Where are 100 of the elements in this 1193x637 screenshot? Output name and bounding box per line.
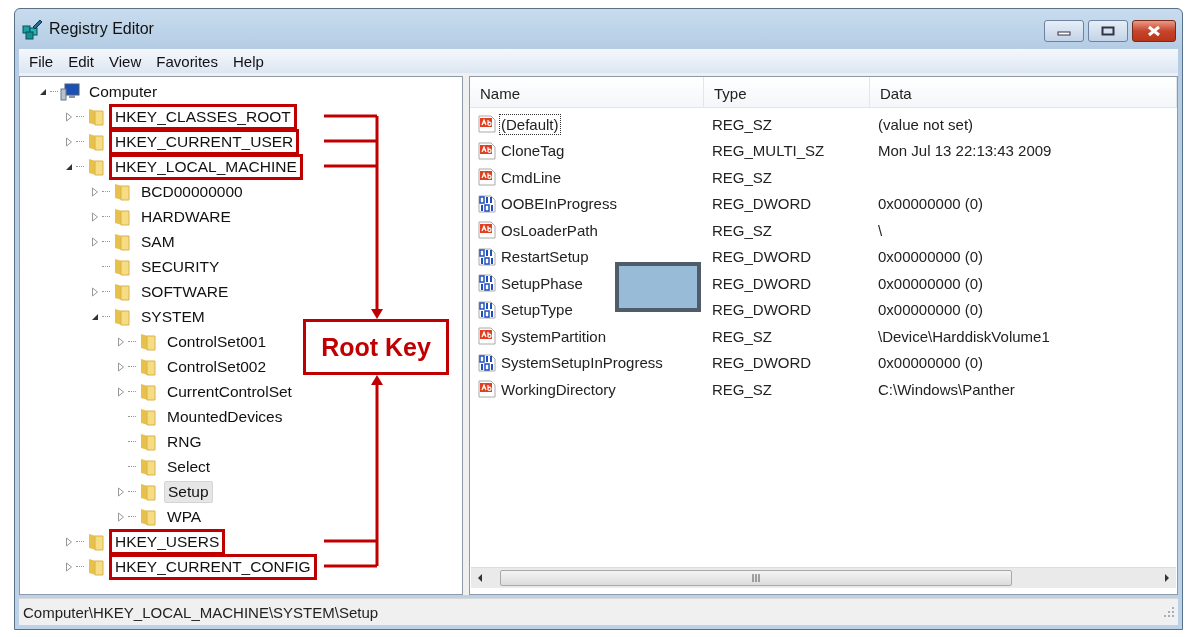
tree-item[interactable]: HKEY_LOCAL_MACHINE xyxy=(112,156,300,177)
expand-arrow-icon[interactable] xyxy=(91,236,99,247)
column-header[interactable]: Type xyxy=(704,77,870,107)
value-type: REG_DWORD xyxy=(712,354,812,372)
value-name[interactable]: OsLoaderPath xyxy=(499,219,600,241)
collapse-arrow-icon[interactable] xyxy=(91,312,99,321)
expand-arrow-icon[interactable] xyxy=(117,336,125,347)
tree-item[interactable]: HKEY_CURRENT_USER xyxy=(112,131,297,152)
close-button[interactable] xyxy=(1132,20,1176,42)
expand-arrow-icon[interactable] xyxy=(117,386,125,397)
value-data: 0x00000000 (0) xyxy=(878,248,984,266)
folder-icon xyxy=(86,157,106,176)
tree-item[interactable]: WPA xyxy=(164,506,205,527)
menu-item[interactable]: Help xyxy=(226,52,273,70)
expand-arrow-icon[interactable] xyxy=(65,561,73,572)
window-title: Registry Editor xyxy=(49,20,155,38)
value-data: C:\Windows\Panther xyxy=(878,380,1015,398)
expand-arrow-icon[interactable] xyxy=(91,286,99,297)
folder-icon xyxy=(138,357,158,376)
value-type: REG_SZ xyxy=(712,327,772,345)
value-type: REG_DWORD xyxy=(712,301,812,319)
folder-icon xyxy=(112,307,132,326)
scroll-left-icon[interactable] xyxy=(476,573,484,583)
value-type: REG_DWORD xyxy=(712,195,812,213)
tree-item[interactable]: ControlSet001 xyxy=(164,331,270,352)
folder-icon xyxy=(112,257,132,276)
tree-item[interactable]: BCD00000000 xyxy=(138,181,246,202)
tree-item[interactable]: MountedDevices xyxy=(164,406,286,427)
folder-icon xyxy=(86,532,106,551)
registry-cubes-icon xyxy=(21,18,43,40)
value-name[interactable]: SystemPartition xyxy=(499,325,609,347)
value-type: REG_SZ xyxy=(712,221,772,239)
tree-item[interactable]: SECURITY xyxy=(138,256,223,277)
tree-item[interactable]: SYSTEM xyxy=(138,306,208,327)
value-type: REG_SZ xyxy=(712,380,772,398)
folder-icon xyxy=(86,107,106,126)
value-data: Mon Jul 13 22:13:43 2009 xyxy=(878,142,1052,160)
close-icon xyxy=(1146,25,1162,37)
menu-item[interactable]: File xyxy=(23,52,63,70)
value-name[interactable]: OOBEInProgress xyxy=(499,193,619,215)
collapse-arrow-icon[interactable] xyxy=(65,162,73,171)
column-header[interactable]: Name xyxy=(470,77,704,107)
root-key-callout: Root Key xyxy=(303,319,449,375)
value-data: 0x00000000 (0) xyxy=(878,354,984,372)
maximize-icon xyxy=(1101,26,1115,36)
tree-item[interactable]: HKEY_CLASSES_ROOT xyxy=(112,106,294,127)
status-path: Computer\HKEY_LOCAL_MACHINE\SYSTEM\Setup xyxy=(23,603,379,621)
value-type: REG_SZ xyxy=(712,168,772,186)
resize-grip-icon[interactable] xyxy=(1164,607,1174,617)
folder-icon xyxy=(138,407,158,426)
menu-item[interactable]: View xyxy=(103,52,151,70)
folder-icon xyxy=(112,182,132,201)
value-name[interactable]: WorkingDirectory xyxy=(499,378,618,400)
value-name[interactable]: SystemSetupInProgress xyxy=(499,352,665,374)
folder-icon xyxy=(112,232,132,251)
tree-item[interactable]: SOFTWARE xyxy=(138,281,232,302)
value-name[interactable]: SetupPhase xyxy=(499,272,585,294)
expand-arrow-icon[interactable] xyxy=(65,111,73,122)
expand-arrow-icon[interactable] xyxy=(117,511,125,522)
value-name[interactable]: (Default) xyxy=(499,113,561,135)
folder-icon xyxy=(138,432,158,451)
value-data: 0x00000000 (0) xyxy=(878,301,984,319)
folder-icon xyxy=(112,282,132,301)
computer-icon xyxy=(60,82,80,101)
maximize-button[interactable] xyxy=(1088,20,1128,42)
tree-item[interactable]: CurrentControlSet xyxy=(164,381,295,402)
folder-icon xyxy=(138,482,158,501)
menu-item[interactable]: Favorites xyxy=(150,52,227,70)
expand-arrow-icon[interactable] xyxy=(65,536,73,547)
tree-item[interactable]: Select xyxy=(164,456,214,477)
tree-item[interactable]: HKEY_CURRENT_CONFIG xyxy=(112,556,314,577)
tree-item[interactable]: Computer xyxy=(86,81,161,102)
value-name[interactable]: CmdLine xyxy=(499,166,564,188)
expand-arrow-icon[interactable] xyxy=(117,361,125,372)
horizontal-scrollbar[interactable] xyxy=(471,567,1176,588)
tree-item[interactable]: SAM xyxy=(138,231,178,252)
value-name[interactable]: CloneTag xyxy=(499,140,567,162)
value-data: \ xyxy=(878,221,883,239)
value-name[interactable]: RestartSetup xyxy=(499,246,591,268)
folder-icon xyxy=(138,382,158,401)
expand-arrow-icon[interactable] xyxy=(91,211,99,222)
column-header[interactable]: Data xyxy=(870,77,1177,107)
folder-icon xyxy=(138,507,158,526)
collapse-arrow-icon[interactable] xyxy=(39,87,47,96)
tree-item[interactable]: RNG xyxy=(164,431,205,452)
menu-item[interactable]: Edit xyxy=(62,52,104,70)
tree-item[interactable]: HKEY_USERS xyxy=(112,531,223,552)
expand-arrow-icon[interactable] xyxy=(91,186,99,197)
folder-icon xyxy=(138,332,158,351)
scroll-right-icon[interactable] xyxy=(1163,573,1171,583)
tree-item[interactable]: ControlSet002 xyxy=(164,356,270,377)
value-data: 0x00000000 (0) xyxy=(878,274,984,292)
expand-arrow-icon[interactable] xyxy=(117,486,125,497)
tree-item[interactable]: Setup xyxy=(164,480,213,503)
value-name[interactable]: SetupType xyxy=(499,299,575,321)
value-type: REG_SZ xyxy=(712,115,772,133)
tree-item[interactable]: HARDWARE xyxy=(138,206,234,227)
folder-icon xyxy=(86,132,106,151)
expand-arrow-icon[interactable] xyxy=(65,136,73,147)
scrollbar-thumb[interactable] xyxy=(500,570,1012,586)
